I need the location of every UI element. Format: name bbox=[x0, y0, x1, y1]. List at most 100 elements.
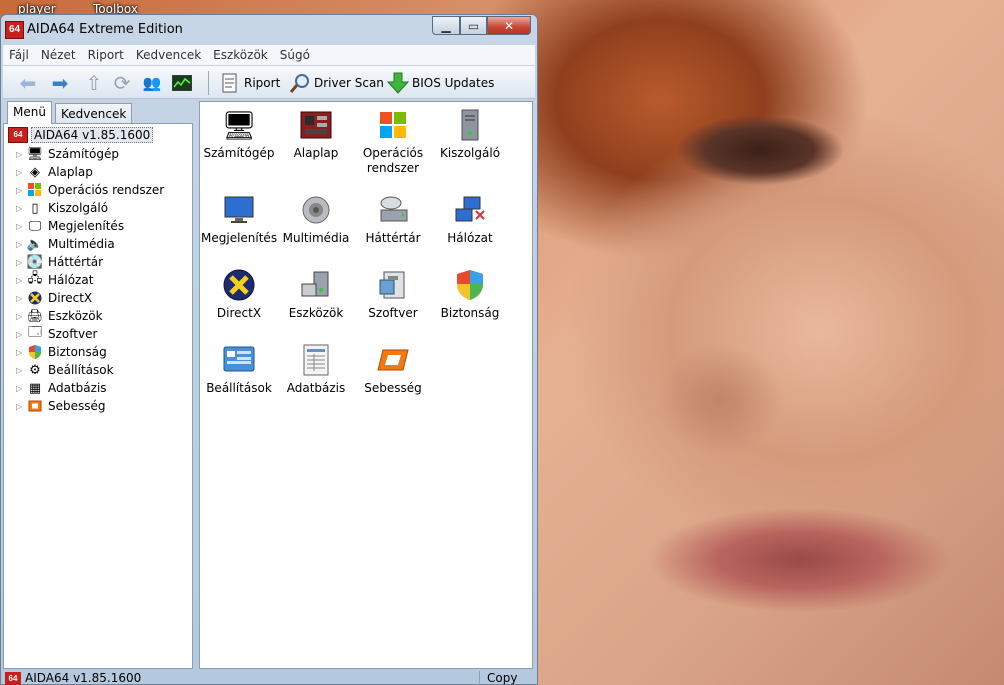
tree-item-display[interactable]: ▷ 🖵 Megjelenítés bbox=[16, 217, 124, 235]
database-icon: ▦ bbox=[28, 380, 42, 396]
tree-item-settings[interactable]: ▷ ⚙ Beállítások bbox=[16, 361, 114, 379]
minimize-button[interactable]: ▁ bbox=[432, 16, 460, 35]
monitor-graph-icon[interactable] bbox=[171, 72, 193, 94]
server-icon: ▯ bbox=[31, 200, 39, 216]
tree-item-software[interactable]: ▷ 🗔 Szoftver bbox=[16, 325, 97, 343]
expand-arrow-icon[interactable]: ▷ bbox=[16, 168, 26, 177]
grid-item-operating-system[interactable]: Operációs rendszer bbox=[355, 108, 431, 176]
tree-item-label: Hálózat bbox=[48, 273, 94, 287]
menu-report[interactable]: Riport bbox=[82, 48, 130, 62]
up-arrow-icon[interactable]: ⇧ bbox=[83, 71, 105, 95]
tree-item-computer[interactable]: ▷ 🖥 Számítógép bbox=[16, 145, 119, 163]
grid-item-label: Sebesség bbox=[364, 381, 422, 395]
grid-item-benchmark[interactable]: Sebesség bbox=[355, 343, 431, 396]
grid-item-label: Multimédia bbox=[282, 231, 350, 245]
tree-item-label: Megjelenítés bbox=[48, 219, 125, 233]
tree-item-label: Kiszolgáló bbox=[48, 201, 109, 215]
tree-item-database[interactable]: ▷ ▦ Adatbázis bbox=[16, 379, 107, 397]
expand-arrow-icon[interactable]: ▷ bbox=[16, 348, 26, 357]
tree-item-label: Háttértár bbox=[48, 255, 104, 269]
grid-item-label: Beállítások bbox=[206, 381, 272, 395]
windows-logo-icon bbox=[26, 182, 44, 198]
grid-item-label: Adatbázis bbox=[286, 381, 346, 395]
tree-item-multimedia[interactable]: ▷ 🔈 Multimédia bbox=[16, 235, 115, 253]
network-computers-icon bbox=[452, 193, 488, 227]
grid-item-network[interactable]: Hálózat bbox=[432, 193, 508, 246]
menu-tools[interactable]: Eszközök bbox=[207, 48, 274, 62]
menu-help[interactable]: Súgó bbox=[274, 48, 316, 62]
expand-arrow-icon[interactable]: ▷ bbox=[16, 240, 26, 249]
grid-item-software[interactable]: Szoftver bbox=[355, 268, 431, 321]
status-bar: 64 AIDA64 v1.85.1600 Copy bbox=[3, 671, 535, 685]
grid-item-server[interactable]: Kiszolgáló bbox=[432, 108, 508, 161]
toolbar: ⬅ ➡ ⇧ ⟳ 👥 Riport Driver Scan BIOS Update… bbox=[3, 66, 535, 99]
grid-item-label-line1: Operációs bbox=[362, 146, 424, 160]
expand-arrow-icon[interactable]: ▷ bbox=[16, 222, 26, 231]
grid-item-display[interactable]: Megjelenítés bbox=[201, 193, 277, 246]
windows-logo-icon bbox=[375, 108, 411, 142]
forward-arrow-icon[interactable]: ➡ bbox=[49, 71, 71, 95]
grid-item-label: Hálózat bbox=[447, 231, 493, 245]
menu-favorites[interactable]: Kedvencek bbox=[130, 48, 207, 62]
grid-item-devices[interactable]: Eszközök bbox=[278, 268, 354, 321]
expand-arrow-icon[interactable]: ▷ bbox=[16, 186, 26, 195]
expand-arrow-icon[interactable]: ▷ bbox=[16, 402, 26, 411]
users-icon[interactable]: 👥 bbox=[141, 72, 163, 94]
close-button[interactable]: ✕ bbox=[487, 16, 531, 35]
computer-icon: 🖥 bbox=[26, 146, 44, 162]
driver-scan-button[interactable]: Driver Scan bbox=[289, 72, 384, 94]
tree-item-label: DirectX bbox=[48, 291, 93, 305]
menu-bar: Fájl Nézet Riport Kedvencek Eszközök Súg… bbox=[3, 45, 535, 66]
grid-item-settings[interactable]: Beállítások bbox=[201, 343, 277, 396]
expand-arrow-icon[interactable]: ▷ bbox=[16, 276, 26, 285]
expand-arrow-icon[interactable]: ▷ bbox=[16, 258, 26, 267]
expand-arrow-icon[interactable]: ▷ bbox=[16, 366, 26, 375]
tree-item-motherboard[interactable]: ▷ ◈ Alaplap bbox=[16, 163, 93, 181]
tree-item-directx[interactable]: ▷ DirectX bbox=[16, 289, 92, 307]
grid-item-security[interactable]: Biztonság bbox=[432, 268, 508, 321]
devices-icon: 🖨 bbox=[26, 308, 44, 324]
expand-arrow-icon[interactable]: ▷ bbox=[16, 384, 26, 393]
left-tabs: Menü Kedvencek bbox=[3, 101, 193, 124]
report-button[interactable]: Riport bbox=[219, 72, 280, 94]
back-arrow-icon[interactable]: ⬅ bbox=[17, 71, 39, 95]
tree-item-benchmark[interactable]: ▷ Sebesség bbox=[16, 397, 106, 415]
grid-item-multimedia[interactable]: Multimédia bbox=[278, 193, 354, 246]
tree-item-operating-system[interactable]: ▷ Operációs rendszer bbox=[16, 181, 164, 199]
maximize-button[interactable]: ▭ bbox=[460, 16, 487, 35]
navigation-tree: 64 AIDA64 v1.85.1600 ▷ 🖥 Számítógép ▷ ◈ … bbox=[3, 123, 193, 669]
expand-arrow-icon[interactable]: ▷ bbox=[16, 204, 26, 213]
tree-item-network[interactable]: ▷ 🖧 Hálózat bbox=[16, 271, 93, 289]
tab-menu[interactable]: Menü bbox=[7, 101, 52, 124]
report-icon bbox=[219, 72, 241, 94]
toolbar-separator bbox=[208, 71, 209, 95]
expand-arrow-icon[interactable]: ▷ bbox=[16, 330, 26, 339]
report-label: Riport bbox=[244, 76, 281, 90]
grid-item-directx[interactable]: DirectX bbox=[201, 268, 277, 321]
expand-arrow-icon[interactable]: ▷ bbox=[16, 312, 26, 321]
tree-root[interactable]: 64 AIDA64 v1.85.1600 bbox=[8, 126, 154, 144]
grid-item-storage[interactable]: Háttértár bbox=[355, 193, 431, 246]
grid-item-motherboard[interactable]: Alaplap bbox=[278, 108, 354, 161]
grid-item-label: Számítógép bbox=[203, 146, 275, 160]
title-bar[interactable]: 64 AIDA64 Extreme Edition ▁ ▭ ✕ bbox=[1, 15, 537, 45]
expand-arrow-icon[interactable]: ▷ bbox=[16, 150, 26, 159]
tree-item-server[interactable]: ▷ ▯ Kiszolgáló bbox=[16, 199, 108, 217]
grid-item-label: Háttértár bbox=[365, 231, 421, 245]
menu-file[interactable]: Fájl bbox=[3, 48, 35, 62]
directx-icon bbox=[26, 290, 44, 306]
bios-updates-button[interactable]: BIOS Updates bbox=[387, 72, 494, 94]
tab-favorites[interactable]: Kedvencek bbox=[55, 103, 133, 123]
menu-view[interactable]: Nézet bbox=[35, 48, 82, 62]
aida64-app-icon[interactable]: 64 bbox=[5, 21, 24, 39]
network-icon: 🖧 bbox=[27, 271, 43, 286]
tree-item-label: Szoftver bbox=[48, 327, 98, 341]
grid-item-computer[interactable]: 🖥 Számítógép bbox=[201, 108, 277, 161]
grid-item-database[interactable]: Adatbázis bbox=[278, 343, 354, 396]
expand-arrow-icon[interactable]: ▷ bbox=[16, 294, 26, 303]
refresh-icon[interactable]: ⟳ bbox=[111, 71, 133, 95]
grid-item-label: Alaplap bbox=[293, 146, 339, 160]
database-sheet-icon bbox=[298, 343, 334, 377]
tree-item-security[interactable]: ▷ Biztonság bbox=[16, 343, 107, 361]
status-copy-text: Copy bbox=[487, 671, 518, 685]
